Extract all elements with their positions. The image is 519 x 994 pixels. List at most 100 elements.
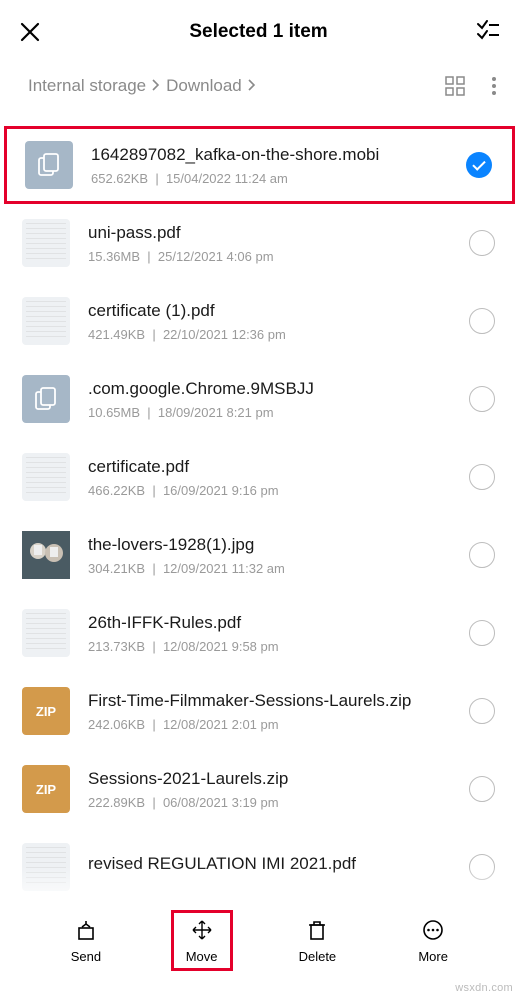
file-name: 26th-IFFK-Rules.pdf <box>88 613 459 633</box>
file-date: 15/04/2022 11:24 am <box>166 171 288 186</box>
file-sub: 15.36MB | 25/12/2021 4:06 pm <box>88 249 459 264</box>
move-button[interactable]: Move <box>171 910 233 971</box>
checkbox-checked-icon[interactable] <box>466 152 492 178</box>
close-icon[interactable] <box>18 20 42 44</box>
file-name: certificate.pdf <box>88 457 459 477</box>
file-date: 12/08/2021 9:58 pm <box>163 639 279 654</box>
file-thumbnail <box>22 609 70 657</box>
file-row[interactable]: certificate (1).pdf 421.49KB | 22/10/2021… <box>0 282 519 360</box>
more-icon <box>422 917 444 943</box>
file-thumbnail <box>22 531 70 579</box>
file-meta: certificate.pdf 466.22KB | 16/09/2021 9:1… <box>88 457 459 498</box>
file-thumbnail <box>25 141 73 189</box>
file-meta: 26th-IFFK-Rules.pdf 213.73KB | 12/08/2021… <box>88 613 459 654</box>
file-thumbnail: ZIP <box>22 687 70 735</box>
file-row[interactable]: .com.google.Chrome.9MSBJJ 10.65MB | 18/09… <box>0 360 519 438</box>
file-name: .com.google.Chrome.9MSBJJ <box>88 379 459 399</box>
checkbox-unchecked-icon[interactable] <box>469 542 495 568</box>
file-sub: 10.65MB | 18/09/2021 8:21 pm <box>88 405 459 420</box>
file-size: 466.22KB <box>88 483 145 498</box>
file-name: First-Time-Filmmaker-Sessions-Laurels.zi… <box>88 691 459 711</box>
checkbox-unchecked-icon[interactable] <box>469 308 495 334</box>
checkbox-unchecked-icon[interactable] <box>469 698 495 724</box>
file-size: 213.73KB <box>88 639 145 654</box>
file-date: 06/08/2021 3:19 pm <box>163 795 279 810</box>
file-date: 18/09/2021 8:21 pm <box>158 405 274 420</box>
header: Selected 1 item <box>0 0 519 64</box>
checkbox-unchecked-icon[interactable] <box>469 230 495 256</box>
view-grid-icon[interactable] <box>445 76 465 96</box>
file-thumbnail <box>22 453 70 501</box>
file-row[interactable]: 26th-IFFK-Rules.pdf 213.73KB | 12/08/2021… <box>0 594 519 672</box>
checkbox-unchecked-icon[interactable] <box>469 776 495 802</box>
file-meta: 1642897082_kafka-on-the-shore.mobi 652.62… <box>91 145 456 186</box>
breadcrumb: Internal storage Download <box>0 64 519 108</box>
file-sub: 652.62KB | 15/04/2022 11:24 am <box>91 171 456 186</box>
file-thumbnail <box>22 219 70 267</box>
watermark: wsxdn.com <box>455 982 513 994</box>
file-sub: 242.06KB | 12/08/2021 2:01 pm <box>88 717 459 732</box>
file-name: the-lovers-1928(1).jpg <box>88 535 459 555</box>
breadcrumb-root[interactable]: Internal storage <box>28 76 146 96</box>
checkbox-unchecked-icon[interactable] <box>469 464 495 490</box>
send-label: Send <box>71 949 101 964</box>
file-date: 16/09/2021 9:16 pm <box>163 483 279 498</box>
file-sub: 222.89KB | 06/08/2021 3:19 pm <box>88 795 459 810</box>
select-all-icon[interactable] <box>475 19 501 45</box>
file-date: 22/10/2021 12:36 pm <box>163 327 286 342</box>
file-meta: uni-pass.pdf 15.36MB | 25/12/2021 4:06 pm <box>88 223 459 264</box>
file-date: 12/09/2021 11:32 am <box>163 561 285 576</box>
file-name: revised REGULATION IMI 2021.pdf <box>88 854 459 874</box>
file-meta: revised REGULATION IMI 2021.pdf <box>88 854 459 880</box>
file-row[interactable]: uni-pass.pdf 15.36MB | 25/12/2021 4:06 pm <box>0 204 519 282</box>
file-name: uni-pass.pdf <box>88 223 459 243</box>
move-label: Move <box>186 949 218 964</box>
move-icon <box>191 917 213 943</box>
file-thumbnail: ZIP <box>22 765 70 813</box>
file-row[interactable]: the-lovers-1928(1).jpg 304.21KB | 12/09/2… <box>0 516 519 594</box>
chevron-right-icon <box>246 76 258 96</box>
more-button[interactable]: More <box>402 917 464 964</box>
file-meta: certificate (1).pdf 421.49KB | 22/10/2021… <box>88 301 459 342</box>
file-size: 242.06KB <box>88 717 145 732</box>
file-list: 1642897082_kafka-on-the-shore.mobi 652.62… <box>0 108 519 906</box>
file-sub: 466.22KB | 16/09/2021 9:16 pm <box>88 483 459 498</box>
breadcrumb-folder[interactable]: Download <box>166 76 242 96</box>
file-row[interactable]: 1642897082_kafka-on-the-shore.mobi 652.62… <box>4 126 515 204</box>
delete-icon <box>307 917 327 943</box>
file-size: 222.89KB <box>88 795 145 810</box>
file-size: 652.62KB <box>91 171 148 186</box>
file-thumbnail <box>22 297 70 345</box>
file-size: 10.65MB <box>88 405 140 420</box>
file-thumbnail <box>22 843 70 891</box>
file-name: Sessions-2021-Laurels.zip <box>88 769 459 789</box>
file-sub: 213.73KB | 12/08/2021 9:58 pm <box>88 639 459 654</box>
send-icon <box>75 917 97 943</box>
file-sub: 421.49KB | 22/10/2021 12:36 pm <box>88 327 459 342</box>
file-meta: Sessions-2021-Laurels.zip 222.89KB | 06/0… <box>88 769 459 810</box>
file-size: 304.21KB <box>88 561 145 576</box>
file-date: 12/08/2021 2:01 pm <box>163 717 279 732</box>
page-title: Selected 1 item <box>42 21 475 43</box>
checkbox-unchecked-icon[interactable] <box>469 620 495 646</box>
bottom-bar: Send Move Delete More <box>0 904 519 976</box>
more-vertical-icon[interactable] <box>491 76 497 96</box>
more-label: More <box>418 949 448 964</box>
file-name: certificate (1).pdf <box>88 301 459 321</box>
chevron-right-icon <box>150 76 162 96</box>
file-meta: First-Time-Filmmaker-Sessions-Laurels.zi… <box>88 691 459 732</box>
file-sub: 304.21KB | 12/09/2021 11:32 am <box>88 561 459 576</box>
file-row[interactable]: ZIP First-Time-Filmmaker-Sessions-Laurels… <box>0 672 519 750</box>
file-name: 1642897082_kafka-on-the-shore.mobi <box>91 145 456 165</box>
file-row[interactable]: revised REGULATION IMI 2021.pdf <box>0 828 519 906</box>
send-button[interactable]: Send <box>55 917 117 964</box>
file-thumbnail <box>22 375 70 423</box>
file-row[interactable]: ZIP Sessions-2021-Laurels.zip 222.89KB | 0… <box>0 750 519 828</box>
delete-button[interactable]: Delete <box>286 917 348 964</box>
file-size: 421.49KB <box>88 327 145 342</box>
checkbox-unchecked-icon[interactable] <box>469 854 495 880</box>
file-size: 15.36MB <box>88 249 140 264</box>
file-date: 25/12/2021 4:06 pm <box>158 249 274 264</box>
checkbox-unchecked-icon[interactable] <box>469 386 495 412</box>
file-row[interactable]: certificate.pdf 466.22KB | 16/09/2021 9:1… <box>0 438 519 516</box>
